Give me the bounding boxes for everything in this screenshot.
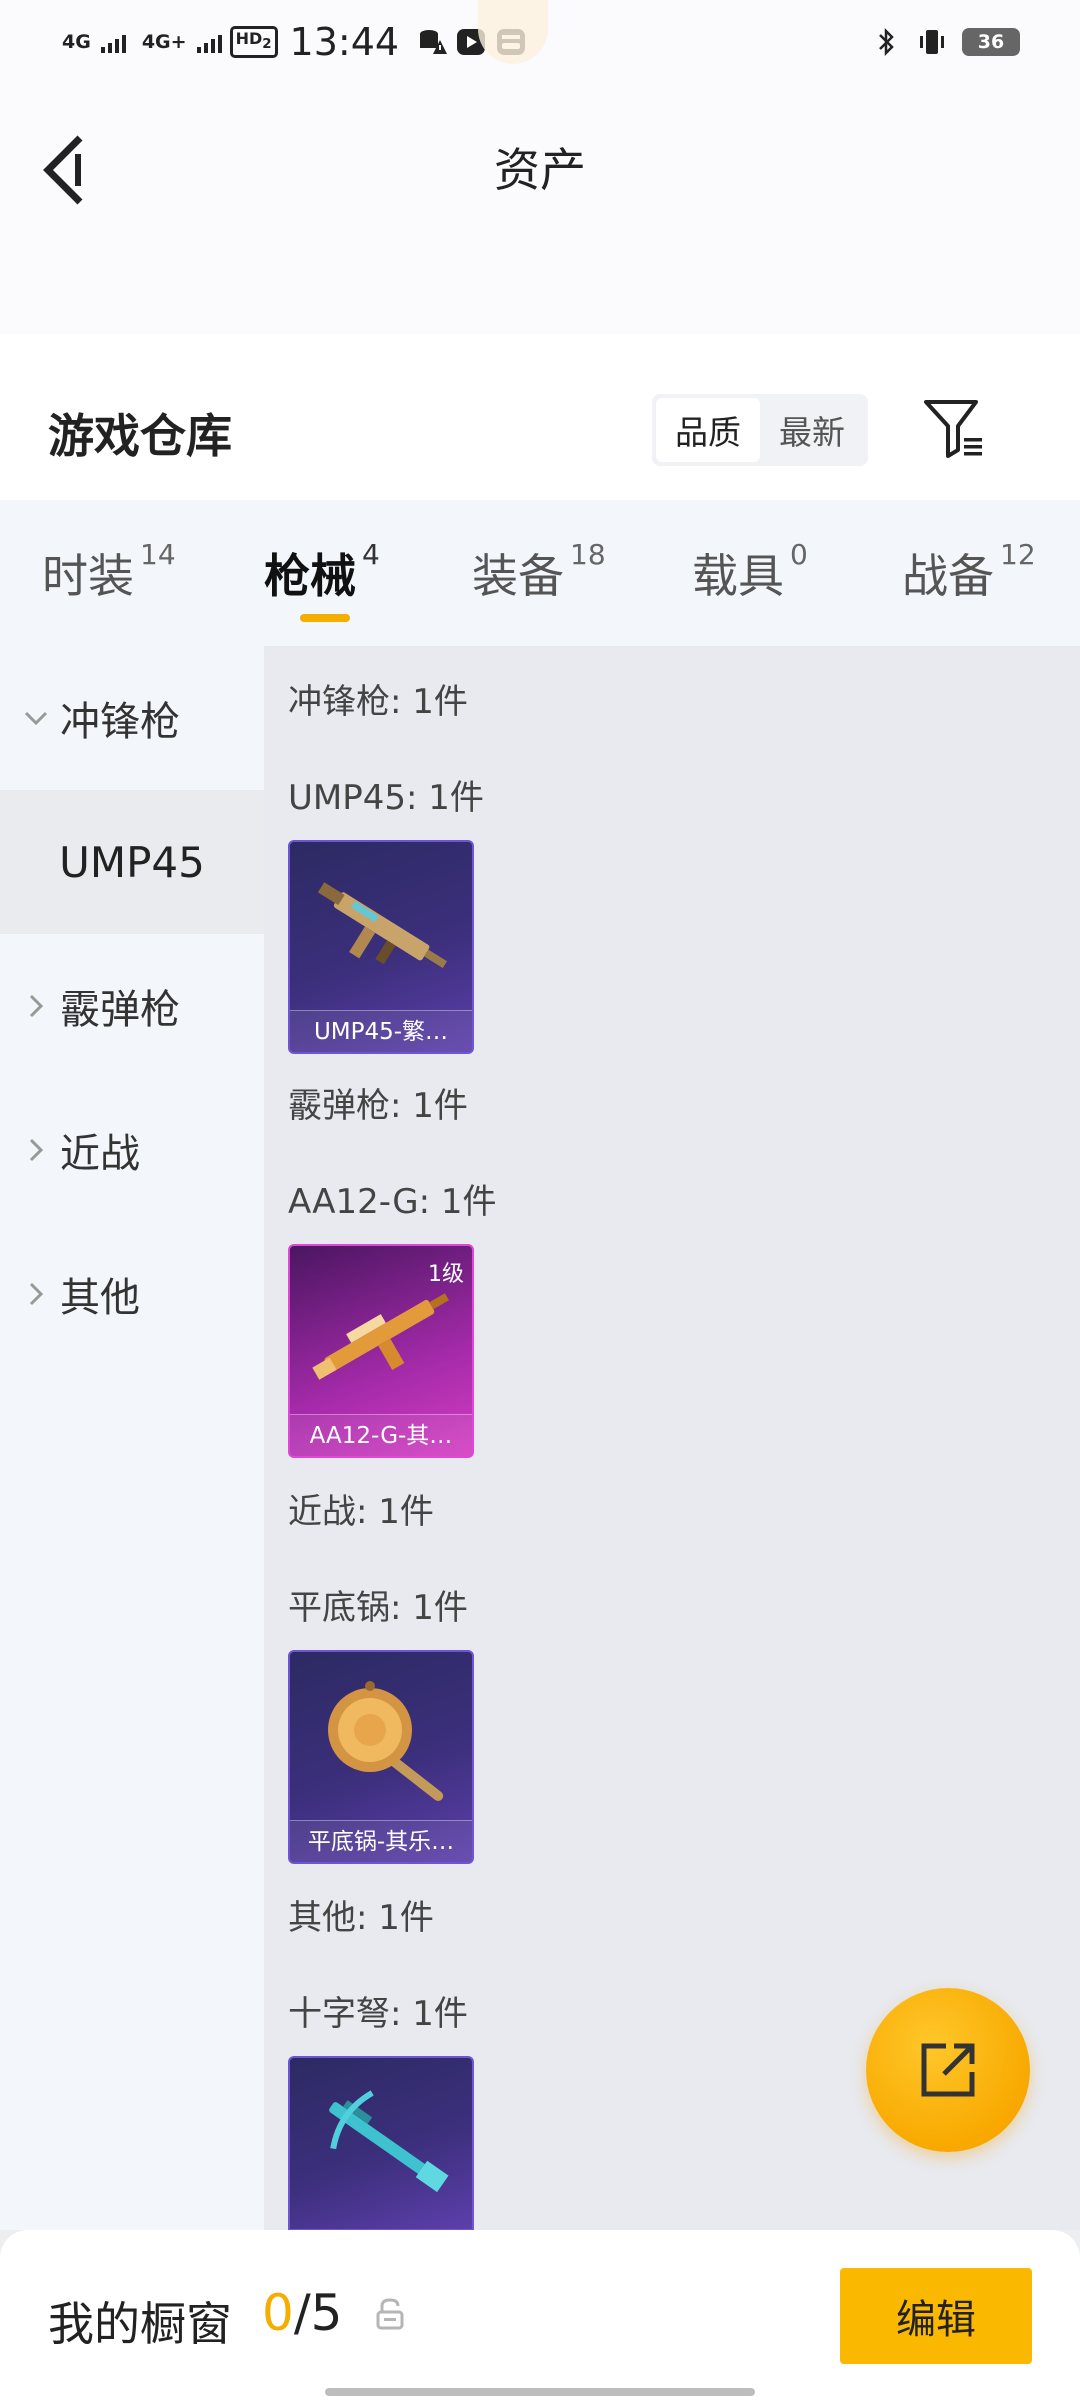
item-card-label: 平底锅-其乐… [290,1820,472,1862]
warehouse-bar: 游戏仓库 品质 最新 [0,334,1080,500]
sidebar-item-label: UMP45 [59,837,205,887]
tab-label: 装备 [472,549,564,603]
status-bar: 4G 4G+ HD2 13:44 36 [0,0,1080,84]
status-right: 36 [870,18,1020,66]
tab-count: 14 [140,538,176,571]
crossbow-icon [329,2090,449,2193]
chevron-right-icon [29,1282,44,1306]
sidebar-item-label: 冲锋枪 [60,699,180,745]
item-card-aa12g[interactable]: 1级 AA12-G-其… [288,1244,474,1458]
showcase-label: 我的橱窗 [48,2297,232,2351]
share-icon [921,2043,975,2097]
faded-app-logo [478,0,548,64]
item-card-label: UMP45-繁… [290,1010,472,1052]
sidebar-item-shotgun[interactable]: 霰弹枪 [0,934,264,1078]
item-card-crossbow[interactable] [288,2056,474,2230]
item-card-ump45[interactable]: UMP45-繁… [288,840,474,1054]
tab-count: 0 [790,538,808,571]
sidebar-item-ump45[interactable]: UMP45 [0,790,264,934]
item-card-pan[interactable]: 平底锅-其乐… [288,1650,474,1864]
category-header: 近战: 1件 [288,1492,434,1532]
sidebar-item-label: 其他 [60,1275,140,1321]
showcase-total: /5 [293,2284,343,2342]
category-tabs: 时装 14 枪械 4 装备 18 载具 0 战备 12 [0,500,1080,646]
network-label-2: 4G+ [141,31,187,53]
sidebar-item-melee[interactable]: 近战 [0,1078,264,1222]
tab-vehicles[interactable]: 载具 0 [692,538,808,606]
tab-count: 4 [362,538,380,571]
tab-firearms[interactable]: 枪械 4 [264,538,380,606]
item-card-label: AA12-G-其… [290,1414,472,1456]
hd-label: HD [235,28,263,48]
lock-icon [376,2298,404,2330]
cloud-warning-icon [415,26,448,58]
battery-indicator: 36 [962,28,1020,56]
sort-latest-button[interactable]: 最新 [760,398,864,462]
bottom-bar: 我的橱窗 0/5 编辑 [0,2230,1080,2400]
showcase-current: 0 [262,2284,294,2342]
tab-equipment[interactable]: 装备 18 [472,538,606,606]
showcase-count: 0/5 [262,2284,342,2342]
sidebar: 冲锋枪 UMP45 霰弹枪 近战 其他 [0,646,264,2230]
tab-fashion[interactable]: 时装 14 [42,538,176,606]
sort-quality-button[interactable]: 品质 [656,398,760,462]
active-tab-indicator [300,614,350,622]
tab-supplies[interactable]: 战备 12 [902,538,1036,606]
filter-button[interactable] [922,396,986,460]
hd-badge: HD2 [229,25,278,59]
sidebar-item-other[interactable]: 其他 [0,1222,264,1366]
sort-toggle: 品质 最新 [652,394,868,466]
category-header: 冲锋枪: 1件 [288,682,468,722]
bluetooth-icon [870,26,902,58]
tab-label: 枪械 [264,549,356,603]
signal-icon [100,31,126,53]
weapon-header: UMP45: 1件 [288,778,484,818]
frying-pan-icon [328,1681,444,1801]
sidebar-item-smg[interactable]: 冲锋枪 [0,646,264,790]
status-time: 13:44 [289,20,400,64]
chevron-right-icon [29,994,44,1018]
weapon-header: 平底锅: 1件 [288,1588,468,1628]
home-indicator[interactable] [325,2388,755,2396]
category-header: 霰弹枪: 1件 [288,1086,468,1126]
chevron-down-icon [24,711,48,726]
tab-label: 战备 [902,549,994,603]
filter-icon [924,400,982,458]
status-left: 4G 4G+ HD2 13:44 [62,18,527,66]
sidebar-item-label: 霰弹枪 [60,987,180,1033]
chevron-right-icon [29,1138,44,1162]
tab-count: 12 [1000,538,1036,571]
vibrate-icon [916,26,948,58]
share-button[interactable] [866,1988,1030,2152]
warehouse-title: 游戏仓库 [48,409,232,463]
item-level-badge: 1级 [428,1262,464,1287]
tab-label: 载具 [692,549,784,603]
smg-icon [317,882,448,969]
hd-sub: 2 [262,37,272,53]
tab-label: 时装 [42,549,134,603]
sidebar-item-label: 近战 [60,1131,140,1177]
page-title: 资产 [494,143,586,197]
weapon-header: AA12-G: 1件 [288,1182,497,1222]
network-label-1: 4G [62,31,91,53]
signal-icon-2 [196,31,222,53]
edit-button[interactable]: 编辑 [840,2268,1032,2364]
header: 资产 [0,84,1080,334]
category-header: 其他: 1件 [288,1898,434,1938]
weapon-header: 十字弩: 1件 [288,1994,468,2034]
tab-count: 18 [570,538,606,571]
